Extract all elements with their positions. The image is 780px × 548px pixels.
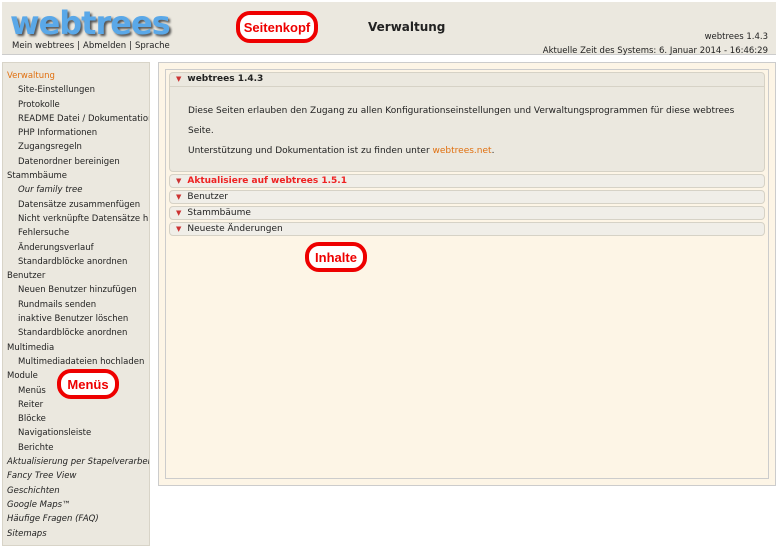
webtrees-logo[interactable]: webtrees — [10, 4, 171, 42]
sidebar-item[interactable]: Verwaltung — [3, 69, 149, 83]
annotation-header: Seitenkopf — [236, 11, 318, 43]
panel-title: webtrees 1.4.3 — [187, 74, 264, 84]
sidebar-item[interactable]: Berichte — [3, 441, 149, 455]
sidebar-item[interactable]: Multimediadateien hochladen — [3, 355, 149, 369]
sidebar-item[interactable]: Stammbäume — [3, 169, 149, 183]
sidebar-item[interactable]: Standardblöcke anordnen — [3, 326, 149, 340]
support-text: Unterstützung und Dokumentation ist zu f… — [188, 141, 746, 161]
sidebar-item[interactable]: Neuen Benutzer hinzufügen — [3, 283, 149, 297]
language-link[interactable]: Sprache — [135, 41, 170, 51]
content-inner: ▼ webtrees 1.4.3 Diese Seiten erlauben de… — [165, 69, 769, 479]
info-text: Diese Seiten erlauben den Zugang zu alle… — [188, 106, 735, 136]
panel-title: Neueste Änderungen — [187, 224, 283, 234]
triangle-down-icon: ▼ — [176, 193, 182, 201]
version-text: webtrees 1.4.3 — [704, 32, 768, 42]
page-header: webtrees Mein webtrees | Abmelden | Sprache … — [2, 2, 776, 58]
sidebar-item[interactable]: Nicht verknüpfte Datensätze hinzufügen — [3, 212, 149, 226]
sidebar-item[interactable]: Blöcke — [3, 412, 149, 426]
sidebar-item[interactable]: Google Maps™ — [3, 498, 149, 512]
sidebar-item[interactable]: Zugangsregeln — [3, 140, 149, 154]
panel-header[interactable]: ▼ webtrees 1.4.3 — [170, 73, 764, 87]
sidebar-item[interactable]: Datensätze zusammenfügen — [3, 198, 149, 212]
accordion-panel[interactable]: ▼ Benutzer — [169, 190, 765, 204]
sidebar-item[interactable]: Fancy Tree View — [3, 469, 149, 483]
sidebar-item[interactable]: Sitemaps — [3, 527, 149, 541]
sidebar-item[interactable]: Navigationsleiste — [3, 426, 149, 440]
sidebar-item[interactable]: Benutzer — [3, 269, 149, 283]
page-title: Verwaltung — [368, 20, 446, 34]
content-area: ▼ webtrees 1.4.3 Diese Seiten erlauben de… — [158, 62, 776, 486]
sidebar-item[interactable]: Our family tree — [3, 183, 149, 197]
annotation-content: Inhalte — [305, 242, 367, 272]
sidebar-item[interactable]: Häufige Fragen (FAQ) — [3, 512, 149, 526]
sidebar-item[interactable]: README Datei / Dokumentation — [3, 112, 149, 126]
sidebar-item[interactable]: Multimedia — [3, 341, 149, 355]
sidebar-item[interactable]: Datenordner bereinigen — [3, 155, 149, 169]
logout-link[interactable]: Abmelden — [83, 41, 126, 51]
sidebar-item[interactable]: Geschichten — [3, 484, 149, 498]
admin-sidebar-menu: Verwaltung Site-Einstellungen Protokolle RE… — [2, 62, 150, 546]
panel-title: Aktualisiere auf webtrees 1.5.1 — [187, 176, 347, 186]
sidebar-item[interactable]: Site-Einstellungen — [3, 83, 149, 97]
annotation-menus: Menüs — [57, 369, 119, 399]
triangle-down-icon: ▼ — [176, 225, 182, 233]
sidebar-item[interactable]: Änderungsverlauf — [3, 241, 149, 255]
accordion-panel[interactable]: ▼ Neueste Änderungen — [169, 222, 765, 236]
sidebar-item[interactable]: Aktualisierung per Stapelverarbeitung — [3, 455, 149, 469]
accordion-panel[interactable]: ▼ Aktualisiere auf webtrees 1.5.1 — [169, 174, 765, 188]
accordion-panel[interactable]: ▼ Stammbäume — [169, 206, 765, 220]
panel-title: Stammbäume — [187, 208, 251, 218]
sidebar-item[interactable]: PHP Informationen — [3, 126, 149, 140]
panel-webtrees-info: ▼ webtrees 1.4.3 Diese Seiten erlauben de… — [169, 72, 765, 172]
triangle-down-icon: ▼ — [176, 177, 182, 185]
sidebar-item[interactable]: Reiter — [3, 398, 149, 412]
version-info: webtrees 1.4.3 Aktuelle Zeit des Systems… — [543, 30, 768, 58]
triangle-down-icon: ▼ — [176, 209, 182, 217]
sidebar-item[interactable]: Protokolle — [3, 98, 149, 112]
triangle-down-icon: ▼ — [176, 75, 182, 83]
support-end: . — [491, 146, 495, 156]
support-label: Unterstützung und Dokumentation ist zu f… — [188, 146, 433, 156]
sidebar-item[interactable]: inaktive Benutzer löschen — [3, 312, 149, 326]
sidebar-item[interactable]: Fehlersuche — [3, 226, 149, 240]
system-time: Aktuelle Zeit des Systems: 6. Januar 201… — [542, 46, 768, 56]
my-webtrees-link[interactable]: Mein webtrees — [12, 41, 74, 51]
panel-title: Benutzer — [187, 192, 229, 202]
webtrees-net-link[interactable]: webtrees.net — [433, 146, 492, 156]
top-links: Mein webtrees | Abmelden | Sprache — [12, 41, 170, 51]
sidebar-item[interactable]: Rundmails senden — [3, 298, 149, 312]
sidebar-item[interactable]: Standardblöcke anordnen — [3, 255, 149, 269]
